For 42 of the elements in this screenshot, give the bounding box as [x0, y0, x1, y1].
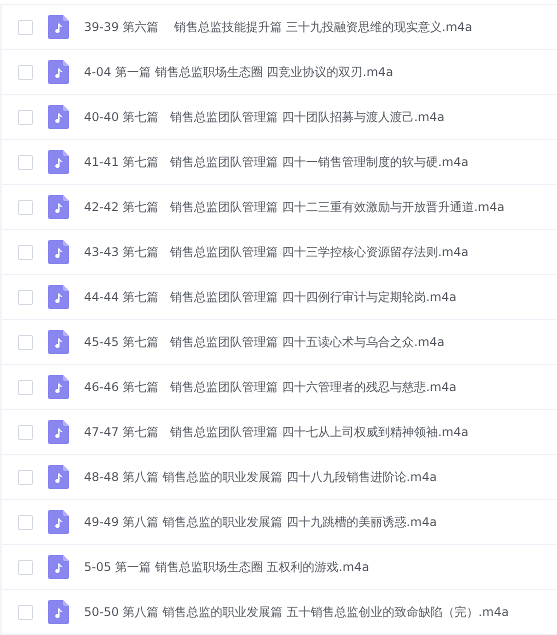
checkbox[interactable]: [18, 604, 33, 620]
checkbox[interactable]: [18, 470, 33, 484]
checkbox[interactable]: [18, 20, 33, 34]
file-name[interactable]: 4-04 第一篇 销售总监职场生态圈 四竞业协议的双刃.m4a: [84, 64, 394, 80]
audio-file-icon: [48, 510, 69, 534]
checkbox[interactable]: [18, 290, 33, 304]
file-name[interactable]: 39-39 第六篇 销售总监技能提升篇 三十九投融资思维的现实意义.m4a: [84, 18, 472, 36]
file-name[interactable]: 46-46 第七篇 销售总监团队管理篇 四十六管理者的残忍与慈悲.m4a: [84, 378, 456, 396]
file-name[interactable]: 5-05 第一篇 销售总监职场生态圈 五权利的游戏.m4a: [84, 558, 370, 576]
audio-file-icon: [48, 330, 69, 354]
file-name[interactable]: 49-49 第八篇 销售总监的职业发展篇 四十九跳槽的美丽诱惑.m4a: [84, 514, 437, 530]
audio-file-icon: [48, 465, 69, 489]
file-name[interactable]: 44-44 第七篇 销售总监团队管理篇 四十四例行审计与定期轮岗.m4a: [84, 288, 456, 306]
audio-file-icon: [48, 375, 69, 399]
file-name[interactable]: 40-40 第七篇 销售总监团队管理篇 四十团队招募与渡人渡己.m4a: [84, 108, 444, 126]
checkbox[interactable]: [18, 514, 33, 530]
audio-file-icon: [48, 285, 69, 309]
checkbox[interactable]: [18, 380, 33, 394]
checkbox[interactable]: [18, 200, 33, 214]
audio-file-icon: [48, 60, 69, 84]
file-name[interactable]: 43-43 第七篇 销售总监团队管理篇 四十三学控核心资源留存法则.m4a: [84, 244, 468, 260]
file-name[interactable]: 42-42 第七篇 销售总监团队管理篇 四十二三重有效激励与开放晋升通道.m4a: [84, 198, 504, 216]
file-name[interactable]: 48-48 第八篇 销售总监的职业发展篇 四十八九段销售进阶论.m4a: [84, 468, 437, 486]
checkbox[interactable]: [18, 334, 33, 350]
checkbox[interactable]: [18, 244, 33, 260]
file-name[interactable]: 50-50 第八篇 销售总监的职业发展篇 五十销售总监创业的致命缺陷（完）.m4a: [84, 604, 509, 620]
audio-file-icon: [48, 150, 69, 174]
file-name[interactable]: 47-47 第七篇 销售总监团队管理篇 四十七从上司权威到精神领袖.m4a: [84, 424, 468, 440]
audio-file-icon: [48, 420, 69, 444]
file-name[interactable]: 41-41 第七篇 销售总监团队管理篇 四十一销售管理制度的软与硬.m4a: [84, 154, 468, 170]
checkbox[interactable]: [18, 424, 33, 440]
audio-file-icon: [48, 195, 69, 219]
audio-file-icon: [48, 600, 69, 624]
checkbox[interactable]: [18, 154, 33, 170]
checkbox[interactable]: [18, 560, 33, 574]
checkbox[interactable]: [18, 64, 33, 80]
audio-file-icon: [48, 105, 69, 129]
audio-file-icon: [48, 240, 69, 264]
audio-file-icon: [48, 555, 69, 579]
file-name[interactable]: 45-45 第七篇 销售总监团队管理篇 四十五读心术与乌合之众.m4a: [84, 334, 444, 350]
checkbox[interactable]: [18, 110, 33, 124]
audio-file-icon: [48, 15, 69, 39]
